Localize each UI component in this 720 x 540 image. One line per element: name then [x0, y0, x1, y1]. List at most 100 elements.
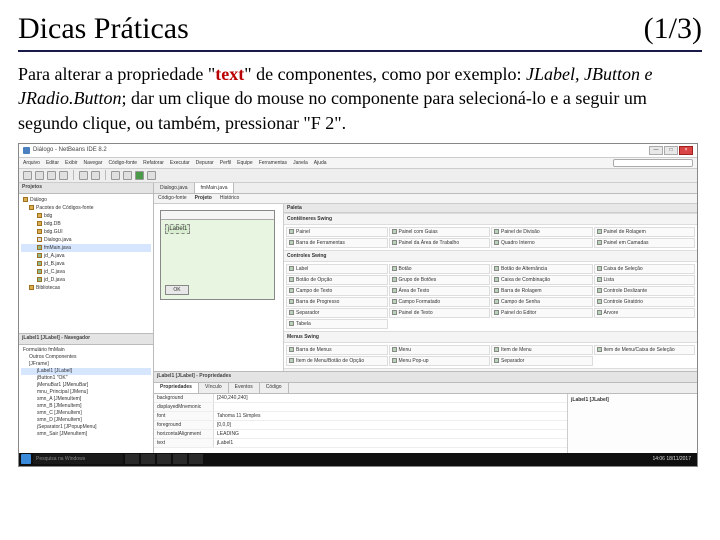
nav-item[interactable]: jLabel1 [JLabel] [21, 368, 151, 375]
menu-item[interactable]: Janela [293, 160, 308, 166]
new-file-icon[interactable] [23, 171, 32, 180]
menu-item[interactable]: Refatorar [143, 160, 164, 166]
menu-item[interactable]: Navegar [84, 160, 103, 166]
menu-item[interactable]: Executar [170, 160, 190, 166]
tree-folder[interactable]: bdg.DB [44, 220, 61, 228]
palette-section[interactable]: Controles Swing [284, 250, 697, 262]
palette-item[interactable]: Separador [491, 356, 593, 366]
palette-item[interactable]: Caixa de Seleção [594, 264, 696, 274]
taskbar-app-icon[interactable] [173, 454, 187, 464]
palette-item[interactable]: Campo Formatado [389, 297, 491, 307]
palette-item[interactable]: Caixa de Combinação [491, 275, 593, 285]
props-tab[interactable]: Código [260, 383, 289, 393]
tree-file[interactable]: fmMain.java [44, 244, 71, 252]
nav-item[interactable]: smn_D [JMenuItem] [21, 417, 151, 424]
mock-jlabel[interactable]: jLabel1 [165, 224, 190, 234]
tree-folder[interactable]: bdg [44, 212, 52, 220]
menu-item[interactable]: Código-fonte [108, 160, 137, 166]
palette-item[interactable]: Grupo de Botões [389, 275, 491, 285]
mode-tab[interactable]: Código-fonte [158, 195, 187, 201]
tree-file[interactable]: jd_D.java [44, 276, 65, 284]
nav-item[interactable]: smn_A [JMenuItem] [21, 396, 151, 403]
palette-item[interactable]: Label [286, 264, 388, 274]
open-icon[interactable] [47, 171, 56, 180]
new-project-icon[interactable] [35, 171, 44, 180]
palette-item[interactable]: Menu [389, 345, 491, 355]
tree-file[interactable]: jd_C.java [44, 268, 65, 276]
palette-item[interactable]: Barra de Progresso [286, 297, 388, 307]
palette-item[interactable]: Item de Menu [491, 345, 593, 355]
palette-item[interactable]: Barra de Rolagem [491, 286, 593, 296]
run-icon[interactable] [135, 171, 144, 180]
taskbar-clock[interactable]: 14:06 18/11/2017 [648, 456, 695, 462]
nav-item[interactable]: Formulário fmMain [21, 347, 151, 354]
mock-ok-button[interactable]: OK [165, 285, 189, 295]
menu-item[interactable]: Ajuda [314, 160, 327, 166]
maximize-button[interactable]: □ [664, 146, 678, 155]
palette-item[interactable]: Barra de Menus [286, 345, 388, 355]
palette-section[interactable]: Contêineres Swing [284, 213, 697, 225]
nav-item[interactable]: jSeparator1 [JPopupMenu] [21, 424, 151, 431]
redo-icon[interactable] [91, 171, 100, 180]
minimize-button[interactable]: — [649, 146, 663, 155]
menu-item[interactable]: Perfil [220, 160, 231, 166]
menu-item[interactable]: Equipe [237, 160, 253, 166]
tree-file[interactable]: jd_A.java [44, 252, 65, 260]
nav-item[interactable]: jMenuBar1 [JMenuBar] [21, 382, 151, 389]
palette-item[interactable]: Área de Texto [389, 286, 491, 296]
mock-jframe[interactable]: jLabel1 OK [160, 210, 275, 300]
palette-item[interactable]: Painel da Área de Trabalho [389, 238, 491, 248]
undo-icon[interactable] [79, 171, 88, 180]
navigator-list[interactable]: Formulário fmMain Outros Componentes [JF… [19, 345, 153, 453]
menu-item[interactable]: Editar [46, 160, 59, 166]
tree-file[interactable]: Dialogo.java [44, 236, 72, 244]
palette-item[interactable]: Campo de Senha [491, 297, 593, 307]
debug-icon[interactable] [147, 171, 156, 180]
nav-item[interactable]: [JFrame] [21, 361, 151, 368]
taskbar-app-icon[interactable] [141, 454, 155, 464]
taskbar-app-icon[interactable] [157, 454, 171, 464]
menu-item[interactable]: Arquivo [23, 160, 40, 166]
start-button[interactable] [21, 454, 31, 464]
props-tab[interactable]: Propriedades [154, 383, 199, 393]
palette-item[interactable]: Campo de Texto [286, 286, 388, 296]
global-search-input[interactable] [613, 159, 693, 167]
palette-item[interactable]: Controle Deslizante [594, 286, 696, 296]
palette-item[interactable]: Item de Menu/Caixa de Seleção [594, 345, 696, 355]
palette-item[interactable]: Botão de Opção [286, 275, 388, 285]
tree-folder[interactable]: bdg.GUI [44, 228, 63, 236]
palette-item[interactable]: Painel [286, 227, 388, 237]
nav-item[interactable]: smn_Sair [JMenuItem] [21, 431, 151, 438]
palette-item[interactable]: Controle Giratório [594, 297, 696, 307]
props-table[interactable]: background[240,240,240] displayedMnemoni… [154, 394, 567, 453]
mode-tab[interactable]: Projeto [195, 195, 212, 201]
nav-item[interactable]: smn_B [JMenuItem] [21, 403, 151, 410]
nav-item[interactable]: mnu_Principal [JMenu] [21, 389, 151, 396]
save-all-icon[interactable] [59, 171, 68, 180]
nav-item[interactable]: jButton1 "OK" [21, 375, 151, 382]
menu-item[interactable]: Exibir [65, 160, 78, 166]
props-tab[interactable]: Vínculo [199, 383, 229, 393]
palette-item[interactable]: Separador [286, 308, 388, 318]
menu-item[interactable]: Depurar [196, 160, 214, 166]
taskbar-app-icon[interactable] [125, 454, 139, 464]
tree-file[interactable]: jd_B.java [44, 260, 65, 268]
palette-item[interactable]: Painel de Texto [389, 308, 491, 318]
palette-item[interactable]: Item de Menu/Botão de Opção [286, 356, 388, 366]
nav-item[interactable]: smn_C [JMenuItem] [21, 410, 151, 417]
palette-item[interactable]: Tabela [286, 319, 388, 329]
palette-item[interactable]: Painel em Camadas [594, 238, 696, 248]
nav-item[interactable]: Outros Componentes [21, 354, 151, 361]
palette-item[interactable]: Painel de Divisão [491, 227, 593, 237]
palette-item[interactable]: Quadro Interno [491, 238, 593, 248]
taskbar-app-icon[interactable] [189, 454, 203, 464]
palette-section[interactable]: Menus Swing [284, 331, 697, 343]
close-button[interactable]: × [679, 146, 693, 155]
palette-item[interactable]: Botão de Alternância [491, 264, 593, 274]
clean-build-icon[interactable] [123, 171, 132, 180]
palette-item[interactable]: Lista [594, 275, 696, 285]
palette-item[interactable]: Painel do Editor [491, 308, 593, 318]
palette-item[interactable]: Painel de Rolagem [594, 227, 696, 237]
palette-item[interactable]: Painel com Guias [389, 227, 491, 237]
taskbar-search[interactable]: Pesquisa na Windows [33, 454, 123, 464]
